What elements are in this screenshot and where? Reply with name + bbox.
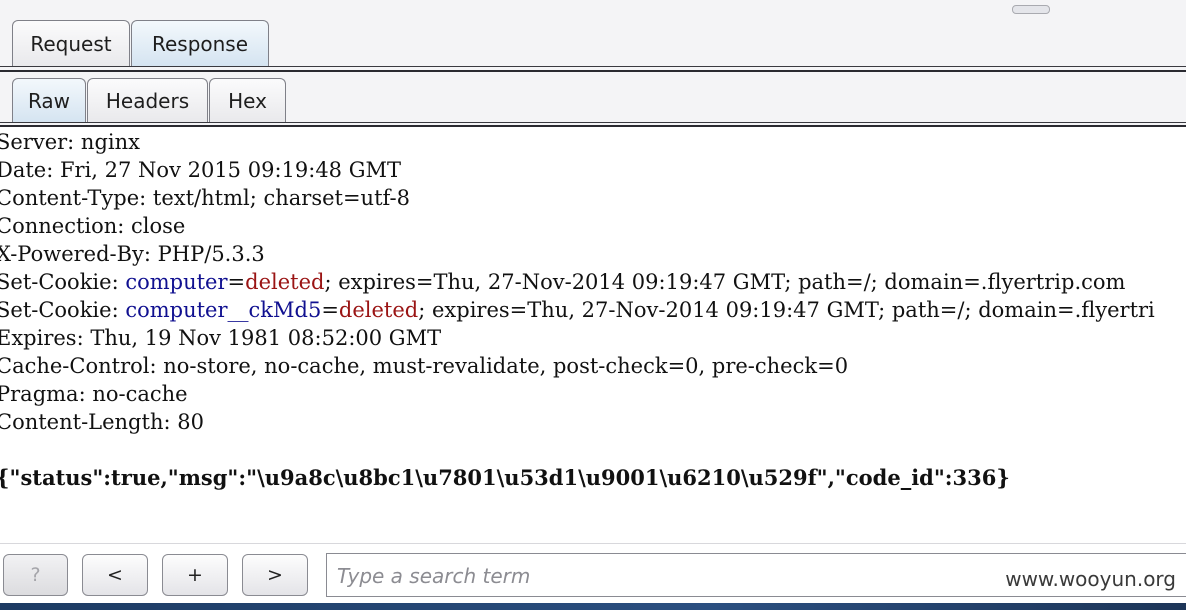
header-line: Cache-Control: no-store, no-cache, must-… bbox=[0, 354, 849, 378]
header-line: Date: Fri, 27 Nov 2015 09:19:48 GMT bbox=[0, 158, 401, 182]
cookie-value: deleted bbox=[245, 270, 325, 294]
subtab-divider-strong bbox=[0, 125, 1186, 127]
tab-response[interactable]: Response bbox=[131, 20, 269, 66]
cookie-eq: = bbox=[321, 298, 339, 322]
tab-divider-strong bbox=[0, 70, 1186, 72]
search-input[interactable] bbox=[335, 560, 939, 592]
cookie-attributes: ; expires=Thu, 27-Nov-2014 09:19:47 GMT;… bbox=[418, 298, 1155, 322]
set-cookie-line: Set-Cookie: computer__ckMd5=deleted; exp… bbox=[0, 296, 1186, 324]
toolbar-separator bbox=[0, 543, 1186, 544]
cookie-attributes: ; expires=Thu, 27-Nov-2014 09:19:47 GMT;… bbox=[324, 270, 1126, 294]
tab-raw[interactable]: Raw bbox=[12, 78, 86, 122]
next-button[interactable]: > bbox=[242, 554, 308, 596]
header-key: Set-Cookie: bbox=[0, 298, 126, 322]
window-bottom-edge bbox=[0, 603, 1186, 610]
cookie-value: deleted bbox=[338, 298, 419, 322]
resize-handle[interactable] bbox=[1012, 5, 1050, 14]
watermark: www.wooyun.org bbox=[1005, 567, 1176, 591]
header-line: X-Powered-By: PHP/5.3.3 bbox=[0, 242, 265, 266]
header-key: Set-Cookie: bbox=[0, 270, 126, 294]
add-button[interactable]: + bbox=[162, 554, 228, 596]
header-line: Pragma: no-cache bbox=[0, 382, 188, 406]
tab-hex[interactable]: Hex bbox=[209, 78, 286, 122]
response-raw-view[interactable]: Server: nginx Date: Fri, 27 Nov 2015 09:… bbox=[0, 128, 1186, 492]
tab-divider bbox=[0, 66, 1186, 67]
tab-request[interactable]: Request bbox=[12, 20, 130, 66]
help-button[interactable]: ? bbox=[3, 554, 68, 596]
header-line: Content-Length: 80 bbox=[0, 410, 204, 434]
cookie-name: computer bbox=[125, 270, 228, 294]
subtab-divider bbox=[0, 122, 1186, 123]
header-line: Content-Type: text/html; charset=utf-8 bbox=[0, 186, 411, 210]
response-body: {"status":true,"msg":"\u9a8c\u8bc1\u7801… bbox=[0, 465, 1010, 490]
previous-button[interactable]: < bbox=[82, 554, 148, 596]
header-line: Server: nginx bbox=[0, 130, 140, 154]
header-line: Connection: close bbox=[0, 214, 186, 238]
header-line: Expires: Thu, 19 Nov 1981 08:52:00 GMT bbox=[0, 326, 442, 350]
tab-headers[interactable]: Headers bbox=[87, 78, 208, 122]
cookie-name: computer__ckMd5 bbox=[125, 298, 322, 322]
cookie-eq: = bbox=[227, 270, 246, 294]
set-cookie-line: Set-Cookie: computer=deleted; expires=Th… bbox=[0, 268, 1186, 296]
